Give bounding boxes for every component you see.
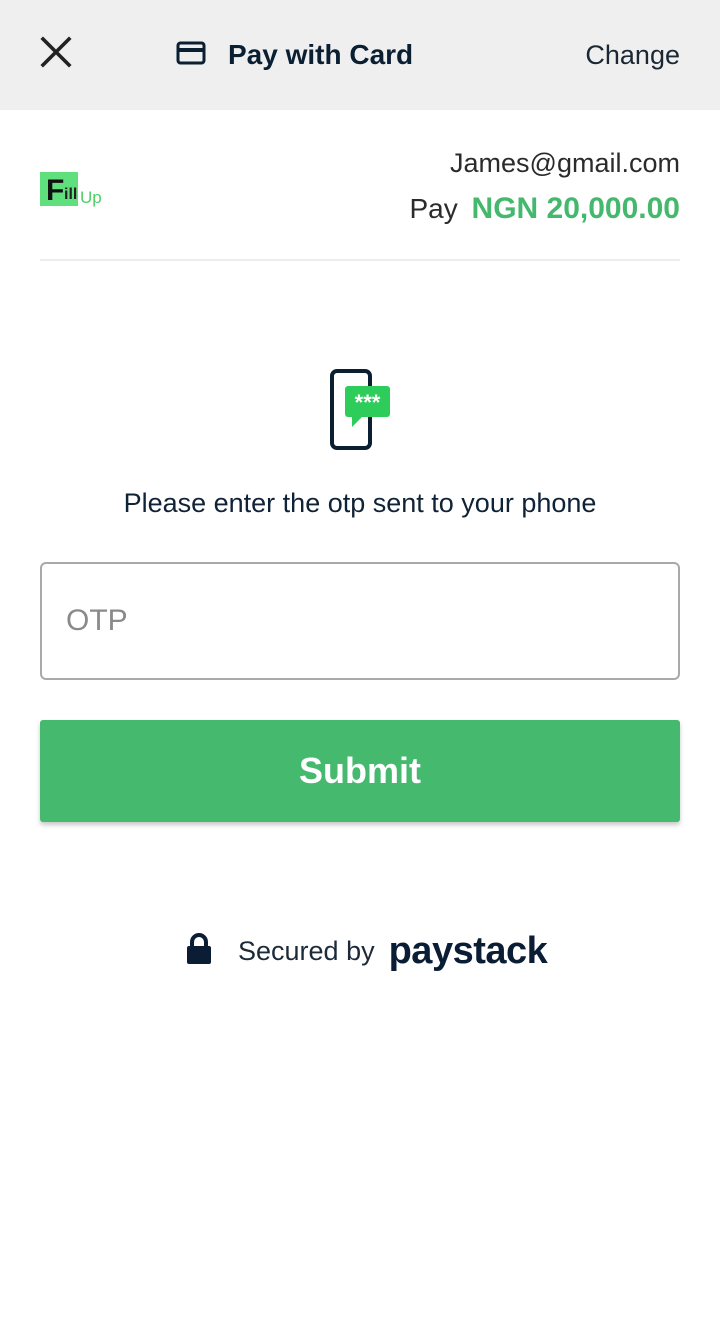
change-payment-method-link[interactable]: Change: [585, 36, 680, 74]
pay-label: Pay: [409, 193, 458, 224]
paystack-logo: paystack: [388, 929, 548, 972]
secured-by-footer: Secured by paystack: [186, 926, 548, 976]
otp-bubble-text: ***: [355, 390, 381, 415]
payment-amount: NGN 20,000.00: [471, 192, 680, 225]
merchant-logo-suffix: Up: [80, 188, 102, 207]
submit-button[interactable]: Submit: [40, 720, 680, 822]
payment-amount-line: Pay NGN 20,000.00: [410, 192, 681, 226]
merchant-logo: F ill Up: [40, 172, 110, 212]
customer-email: James@gmail.com: [450, 148, 680, 178]
page-title: Pay with Card: [228, 39, 414, 70]
close-icon: [40, 35, 72, 73]
credit-card-icon: [176, 41, 206, 70]
close-button[interactable]: [32, 30, 80, 78]
header-title-group: Pay with Card: [176, 36, 413, 74]
phone-otp-icon: ***: [328, 368, 394, 452]
secured-by-label: Secured by: [238, 935, 375, 966]
lock-icon: [186, 932, 212, 970]
otp-instruction: Please enter the otp sent to your phone: [123, 488, 597, 518]
merchant-logo-text: ill: [64, 186, 78, 203]
otp-input[interactable]: [40, 562, 680, 680]
merchant-logo-letter: F: [46, 174, 65, 207]
top-bar: Pay with Card Change: [0, 0, 720, 110]
divider: [40, 259, 680, 261]
